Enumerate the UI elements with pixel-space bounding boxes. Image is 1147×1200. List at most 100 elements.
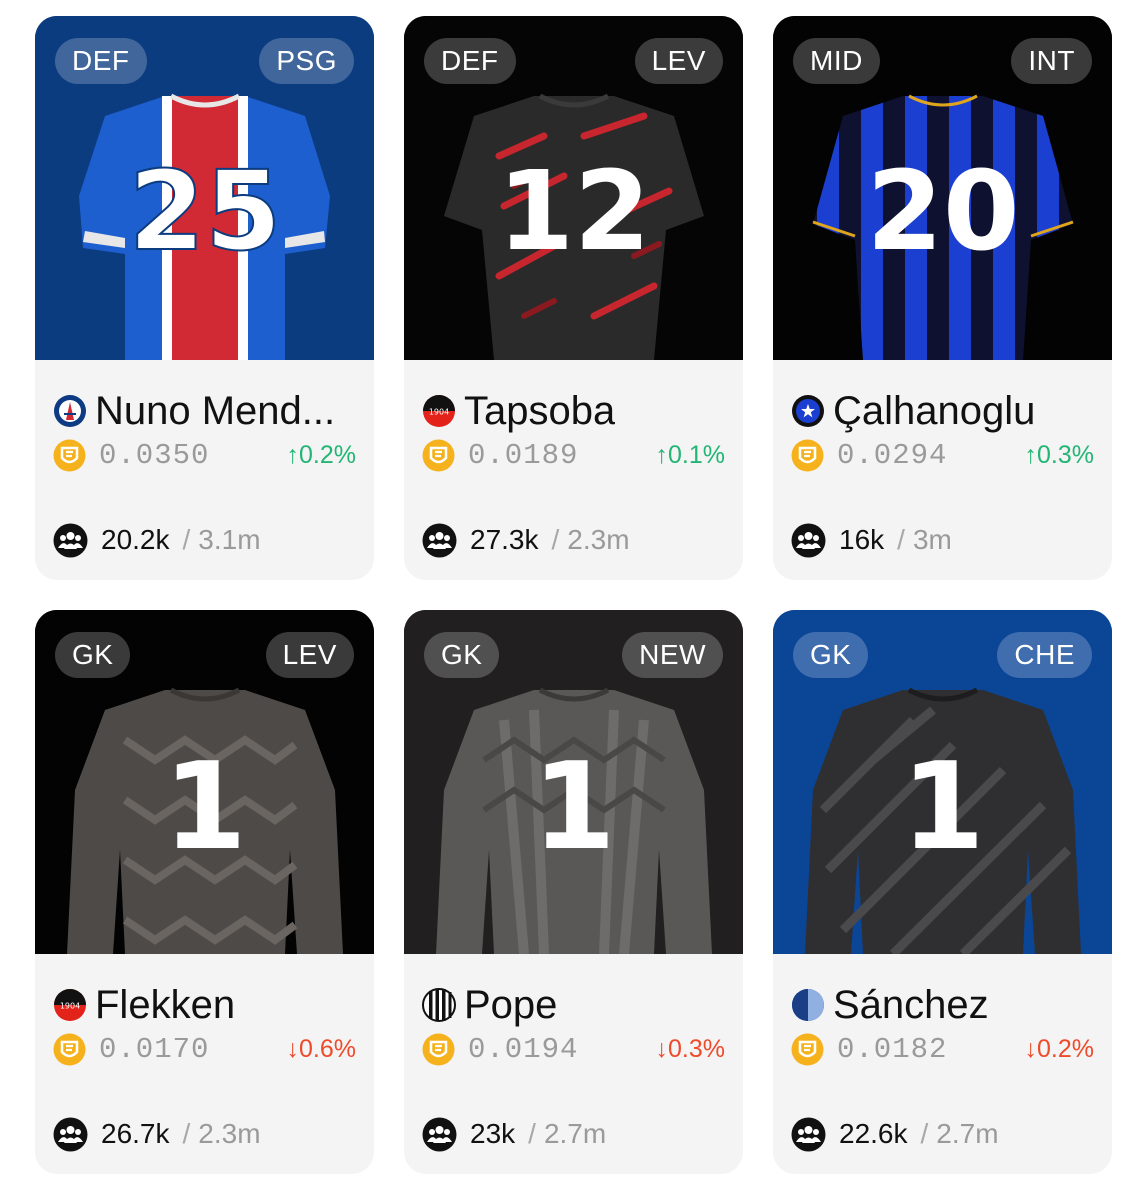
position-badge: GK xyxy=(55,632,131,678)
shirt-number: 1 xyxy=(532,738,616,877)
fans-row: 23k / 2.7m xyxy=(422,1114,725,1154)
fans-row: 22.6k / 2.7m xyxy=(791,1114,1094,1154)
player-name: Nuno Mend... xyxy=(95,389,336,433)
player-name: Pope xyxy=(464,983,558,1027)
change-value: 0.3% xyxy=(668,1035,725,1063)
price-row: 0.0189 ↑0.1% xyxy=(422,437,725,475)
community-icon xyxy=(791,1117,826,1151)
price-row: 0.0194 ↓0.3% xyxy=(422,1031,725,1069)
community-icon xyxy=(53,523,88,557)
community-icon xyxy=(791,523,826,557)
fans-total: 3.1m xyxy=(198,524,261,555)
separator: / xyxy=(182,1118,191,1149)
change-value: 0.6% xyxy=(299,1035,356,1063)
fans-total: 2.7m xyxy=(543,1118,607,1149)
price-row: 0.0350 ↑0.2% xyxy=(53,437,356,475)
player-card[interactable]: 1 GK LEV 1904 Flekken 0.0170 ↓0.6% 26.7k… xyxy=(35,610,374,1174)
fans-count: 16k xyxy=(839,524,885,555)
price-change: ↑0.1% xyxy=(656,441,725,470)
card-info: 1904 Flekken 0.0170 ↓0.6% 26.7k / 2.3m xyxy=(35,954,374,1174)
fans-total: 2.7m xyxy=(936,1118,999,1149)
card-info: Nuno Mend... 0.0350 ↑0.2% 20.2k / 3.1m xyxy=(35,360,374,580)
jersey-image: 1 GK NEW xyxy=(404,610,743,954)
leverkusen-1904-logo-icon: 1904 xyxy=(54,989,86,1021)
club-badge: LEV xyxy=(265,632,354,678)
player-name: Sánchez xyxy=(833,983,989,1027)
shirt-number: 1 xyxy=(163,738,247,877)
fans-count: 23k xyxy=(470,1118,516,1149)
coin-icon xyxy=(422,439,455,472)
arrow-up-icon: ↑ xyxy=(1024,441,1038,469)
player-name: Çalhanoglu xyxy=(833,389,1036,433)
leverkusen-1904-logo-icon: 1904 xyxy=(423,395,455,427)
fans-row: 20.2k / 3.1m xyxy=(53,520,356,560)
chelsea-half-moon-logo-icon xyxy=(792,989,824,1021)
name-row: Sánchez xyxy=(791,983,1102,1027)
inter-star-logo-icon xyxy=(792,395,824,427)
player-card[interactable]: 20 MID INT Çalhanoglu 0.0294 ↑0.3% 16k /… xyxy=(773,16,1112,580)
name-row: Nuno Mend... xyxy=(53,389,364,433)
shirt-number: 20 xyxy=(866,147,1019,275)
position-badge: DEF xyxy=(424,38,516,84)
arrow-up-icon: ↑ xyxy=(286,441,300,469)
card-info: 1904 Tapsoba 0.0189 ↑0.1% 27.3k / 2.3m xyxy=(404,360,743,580)
coin-icon xyxy=(53,1033,86,1066)
name-row: Çalhanoglu xyxy=(791,389,1102,433)
player-card[interactable]: 25 DEF PSG Nuno Mend... 0.0350 ↑0.2% 20.… xyxy=(35,16,374,580)
price-row: 0.0182 ↓0.2% xyxy=(791,1031,1094,1069)
club-badge: NEW xyxy=(622,632,723,678)
player-name: Flekken xyxy=(95,983,236,1027)
newcastle-stripes-logo-icon xyxy=(422,988,456,1022)
coin-icon xyxy=(791,1033,824,1066)
separator: / xyxy=(182,524,191,555)
community-icon xyxy=(53,1117,88,1151)
position-badge: DEF xyxy=(55,38,147,84)
fans-count: 22.6k xyxy=(839,1118,908,1149)
coin-icon xyxy=(53,439,86,472)
community-icon xyxy=(422,1117,457,1151)
separator: / xyxy=(897,524,905,555)
jersey-image: 1 GK LEV xyxy=(35,610,374,954)
price-change: ↓0.2% xyxy=(1025,1035,1094,1064)
jersey-image: 12 DEF LEV xyxy=(404,16,743,360)
club-badge: INT xyxy=(1011,38,1092,84)
separator: / xyxy=(551,524,560,555)
shirt-number: 1 xyxy=(901,738,985,877)
change-value: 0.3% xyxy=(1037,441,1094,469)
price-value: 0.0350 xyxy=(99,439,210,472)
fans-total: 2.3m xyxy=(198,1118,261,1149)
fans-row: 26.7k / 2.3m xyxy=(53,1114,356,1154)
separator: / xyxy=(920,1118,929,1149)
price-row: 0.0294 ↑0.3% xyxy=(791,437,1094,475)
price-value: 0.0294 xyxy=(837,439,948,472)
club-badge: LEV xyxy=(634,38,723,84)
psg-eiffel-logo-icon xyxy=(54,395,86,427)
card-info: Sánchez 0.0182 ↓0.2% 22.6k / 2.7m xyxy=(773,954,1112,1174)
price-value: 0.0170 xyxy=(99,1033,210,1066)
community-icon xyxy=(422,523,457,557)
fans-row: 27.3k / 2.3m xyxy=(422,520,725,560)
jersey-image: 1 GK CHE xyxy=(773,610,1112,954)
price-change: ↑0.3% xyxy=(1025,441,1094,470)
player-card[interactable]: 12 DEF LEV 1904 Tapsoba 0.0189 ↑0.1% 27.… xyxy=(404,16,743,580)
fans-row: 16k / 3m xyxy=(791,520,1094,560)
fans-count: 26.7k xyxy=(101,1118,170,1149)
price-value: 0.0194 xyxy=(468,1033,579,1066)
position-badge: GK xyxy=(793,632,869,678)
price-change: ↓0.6% xyxy=(287,1035,356,1064)
arrow-down-icon: ↓ xyxy=(1024,1035,1038,1063)
svg-text:1904: 1904 xyxy=(429,408,449,417)
change-value: 0.1% xyxy=(668,441,725,469)
name-row: 1904 Tapsoba xyxy=(422,389,733,433)
player-card[interactable]: 1 GK NEW Pope 0.0194 ↓0.3% 23k / 2.7m xyxy=(404,610,743,1174)
separator: / xyxy=(528,1118,536,1149)
fans-count: 20.2k xyxy=(101,524,170,555)
player-card[interactable]: 1 GK CHE Sánchez 0.0182 ↓0.2% 22.6k / 2.… xyxy=(773,610,1112,1174)
jersey-image: 20 MID INT xyxy=(773,16,1112,360)
change-value: 0.2% xyxy=(1037,1035,1094,1063)
fans-total: 2.3m xyxy=(567,524,630,555)
coin-icon xyxy=(422,1033,455,1066)
jersey-image: 25 DEF PSG xyxy=(35,16,374,360)
name-row: Pope xyxy=(422,983,733,1027)
shirt-number: 12 xyxy=(497,147,650,275)
